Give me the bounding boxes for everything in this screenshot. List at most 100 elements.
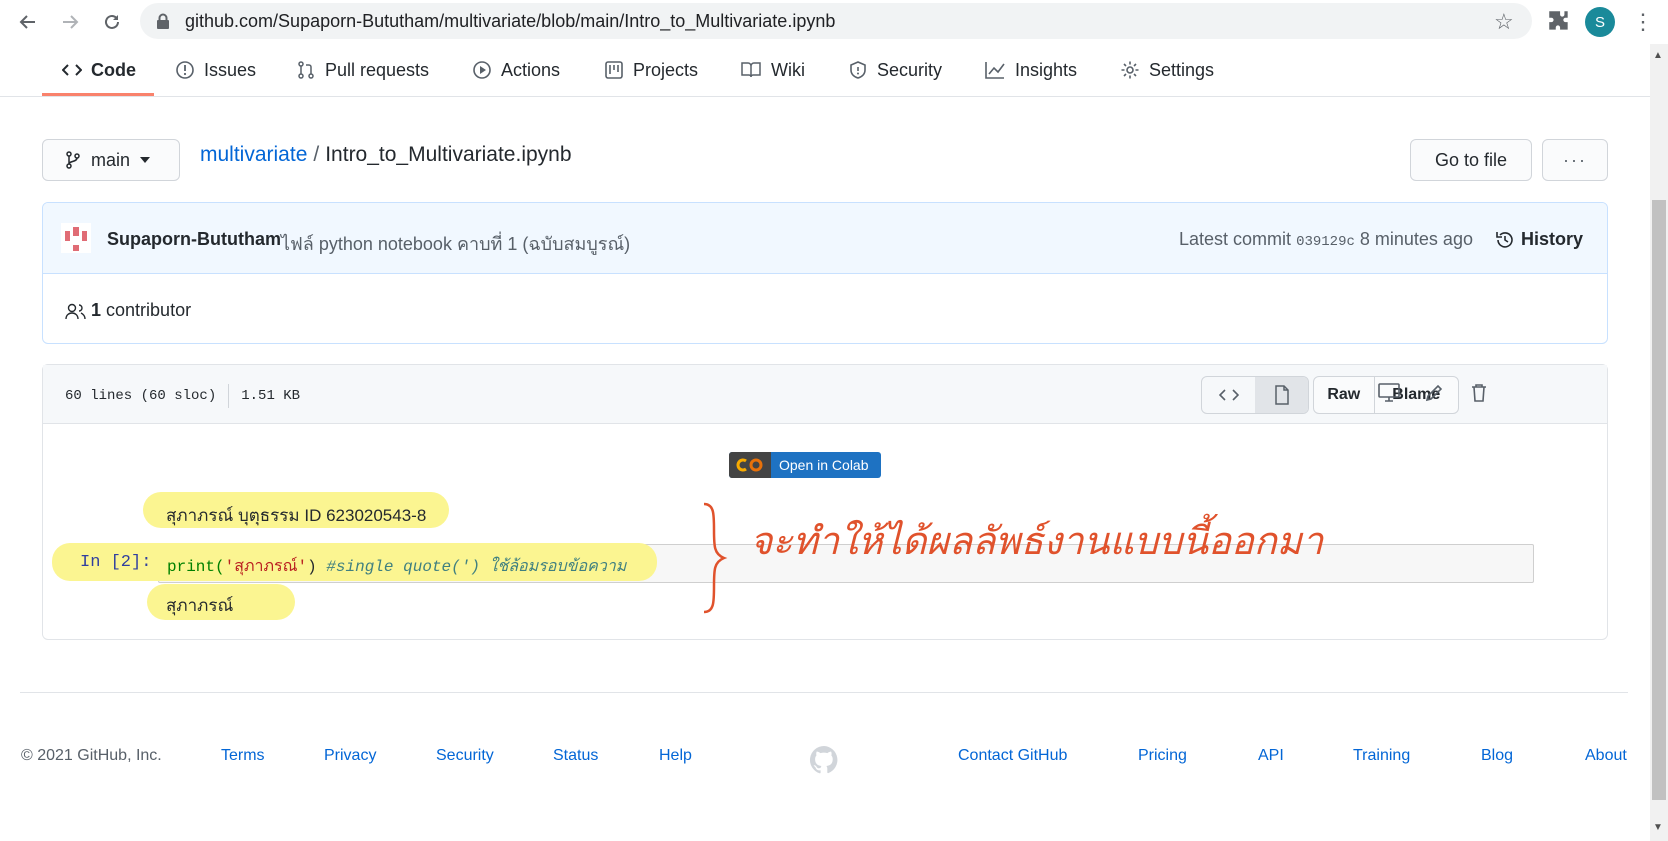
tab-code-label: Code bbox=[91, 59, 136, 80]
file-lines: 60 lines (60 sloc) bbox=[65, 388, 217, 404]
tab-actions[interactable]: Actions bbox=[472, 44, 560, 96]
tab-wiki[interactable]: Wiki bbox=[740, 44, 805, 96]
footer-link-api[interactable]: API bbox=[1258, 747, 1284, 765]
tab-code[interactable]: Code bbox=[62, 44, 136, 96]
profile-avatar[interactable]: S bbox=[1585, 7, 1615, 37]
tab-settings[interactable]: Settings bbox=[1120, 44, 1214, 96]
colab-logo-icon bbox=[729, 452, 771, 478]
latest-commit-info: Latest commit 039129c 8 minutes ago bbox=[1179, 229, 1473, 250]
tab-issues[interactable]: Issues bbox=[175, 44, 256, 96]
breadcrumb-repo-link[interactable]: multivariate bbox=[200, 143, 307, 166]
file-info-divider bbox=[228, 384, 230, 408]
people-icon bbox=[65, 303, 86, 319]
raw-button[interactable]: Raw bbox=[1314, 377, 1375, 413]
tab-settings-label: Settings bbox=[1149, 59, 1215, 80]
history-clock-icon bbox=[1496, 231, 1513, 248]
handwritten-annotation: จะทำให้ได้ผลลัพธ์งานแบบนี้ออกมา bbox=[750, 519, 1324, 563]
commit-sha-link[interactable]: 039129c bbox=[1296, 234, 1355, 250]
code-close: ) bbox=[307, 558, 327, 576]
commit-info-box: Supaporn-Bututham ไฟล์ python notebook ค… bbox=[42, 202, 1608, 344]
bookmark-star-icon[interactable]: ☆ bbox=[1494, 9, 1514, 35]
student-name-line: สุภาภรณ์ บุตุธรรม ID 623020543-8 bbox=[166, 506, 427, 525]
footer-link-blog[interactable]: Blog bbox=[1481, 747, 1513, 765]
branch-name: main bbox=[91, 149, 131, 170]
forward-arrow-icon[interactable] bbox=[56, 8, 84, 36]
file-icon bbox=[1274, 385, 1289, 405]
latest-commit-header: Supaporn-Bututham ไฟล์ python notebook ค… bbox=[43, 203, 1607, 274]
colab-label: Open in Colab bbox=[779, 457, 869, 473]
tab-insights-label: Insights bbox=[1015, 59, 1078, 80]
tab-actions-label: Actions bbox=[501, 59, 561, 80]
cell-input-prompt: In [2]: bbox=[80, 553, 152, 572]
shield-icon bbox=[850, 61, 866, 79]
rendered-view-button[interactable] bbox=[1255, 377, 1308, 413]
breadcrumb-file-name: Intro_to_Multivariate.ipynb bbox=[325, 143, 572, 166]
contributors-label: contributor bbox=[106, 300, 192, 320]
latest-commit-label: Latest commit bbox=[1179, 229, 1292, 249]
source-view-button[interactable] bbox=[1202, 377, 1255, 413]
browser-menu-icon[interactable]: ⋮ bbox=[1632, 9, 1654, 35]
cell-output: สุภาภรณ์ bbox=[166, 596, 234, 615]
graph-icon bbox=[985, 62, 1005, 79]
contributors-count: 1 bbox=[91, 300, 102, 320]
footer-link-about[interactable]: About bbox=[1585, 747, 1627, 765]
view-toggle bbox=[1201, 376, 1309, 414]
commit-message[interactable]: ไฟล์ python notebook คาบที่ 1 (ฉบับสมบูร… bbox=[281, 229, 630, 258]
footer-link-status[interactable]: Status bbox=[553, 747, 598, 765]
book-icon bbox=[741, 62, 761, 78]
tab-insights[interactable]: Insights bbox=[984, 44, 1077, 96]
url-text[interactable]: github.com/Supaporn-Bututham/multivariat… bbox=[185, 11, 835, 32]
curly-brace-annotation bbox=[703, 502, 728, 614]
footer-copyright: © 2021 GitHub, Inc. bbox=[21, 747, 162, 764]
tab-issues-label: Issues bbox=[204, 59, 257, 80]
file-header: 60 lines (60 sloc) 1.51 KB Raw Blame bbox=[43, 365, 1607, 424]
tab-security-label: Security bbox=[877, 59, 943, 80]
extensions-puzzle-icon[interactable] bbox=[1546, 8, 1572, 34]
more-options-button[interactable]: ··· bbox=[1542, 139, 1608, 181]
history-link[interactable]: History bbox=[1495, 229, 1583, 250]
scroll-up-arrow-icon[interactable]: ▲ bbox=[1653, 50, 1663, 61]
branch-selector-button[interactable]: main bbox=[42, 139, 180, 181]
history-label: History bbox=[1521, 229, 1584, 249]
go-to-file-button[interactable]: Go to file bbox=[1410, 139, 1532, 181]
scroll-down-arrow-icon[interactable]: ▼ bbox=[1653, 822, 1663, 833]
browser-toolbar: github.com/Supaporn-Bututham/multivariat… bbox=[0, 0, 1668, 44]
author-avatar[interactable] bbox=[61, 223, 91, 253]
issue-icon bbox=[176, 61, 194, 79]
git-branch-icon bbox=[66, 151, 80, 169]
tab-pull-requests[interactable]: Pull requests bbox=[296, 44, 429, 96]
open-in-colab-badge[interactable]: Open in Colab bbox=[729, 452, 881, 478]
trash-icon[interactable] bbox=[1467, 381, 1491, 405]
lock-icon bbox=[157, 13, 169, 29]
desktop-icon[interactable] bbox=[1377, 381, 1401, 405]
code-line: print('สุภาภรณ์') #single quote(') ใช้ล้… bbox=[167, 554, 626, 579]
footer-divider bbox=[20, 692, 1628, 693]
footer-link-security[interactable]: Security bbox=[436, 747, 494, 765]
file-info: 60 lines (60 sloc) 1.51 KB bbox=[65, 384, 300, 408]
footer-link-training[interactable]: Training bbox=[1353, 747, 1410, 765]
contributors-link[interactable]: 1 contributor bbox=[65, 300, 191, 321]
tab-security[interactable]: Security bbox=[848, 44, 942, 96]
file-size: 1.51 KB bbox=[241, 388, 301, 404]
footer-link-contact[interactable]: Contact GitHub bbox=[958, 747, 1067, 765]
tab-projects[interactable]: Projects bbox=[604, 44, 698, 96]
tab-wiki-label: Wiki bbox=[771, 59, 805, 80]
commit-time: 8 minutes ago bbox=[1359, 229, 1473, 249]
gear-icon bbox=[1121, 61, 1139, 79]
repo-nav: Code Issues Pull requests Actions Projec… bbox=[0, 44, 1650, 97]
commit-author[interactable]: Supaporn-Bututham bbox=[107, 229, 281, 250]
back-arrow-icon[interactable] bbox=[14, 8, 42, 36]
tab-projects-label: Projects bbox=[633, 59, 699, 80]
play-icon bbox=[473, 61, 491, 79]
footer-link-help[interactable]: Help bbox=[659, 747, 692, 765]
footer-link-pricing[interactable]: Pricing bbox=[1138, 747, 1187, 765]
breadcrumb: multivariate / Intro_to_Multivariate.ipynb bbox=[200, 143, 572, 167]
pencil-icon[interactable] bbox=[1422, 381, 1446, 405]
project-icon bbox=[605, 61, 623, 79]
scrollbar-thumb[interactable] bbox=[1652, 200, 1666, 800]
reload-icon[interactable] bbox=[98, 8, 126, 36]
github-mark-icon[interactable] bbox=[808, 744, 840, 776]
footer-link-terms[interactable]: Terms bbox=[221, 747, 265, 765]
footer-link-privacy[interactable]: Privacy bbox=[324, 747, 376, 765]
code-icon bbox=[62, 64, 82, 76]
